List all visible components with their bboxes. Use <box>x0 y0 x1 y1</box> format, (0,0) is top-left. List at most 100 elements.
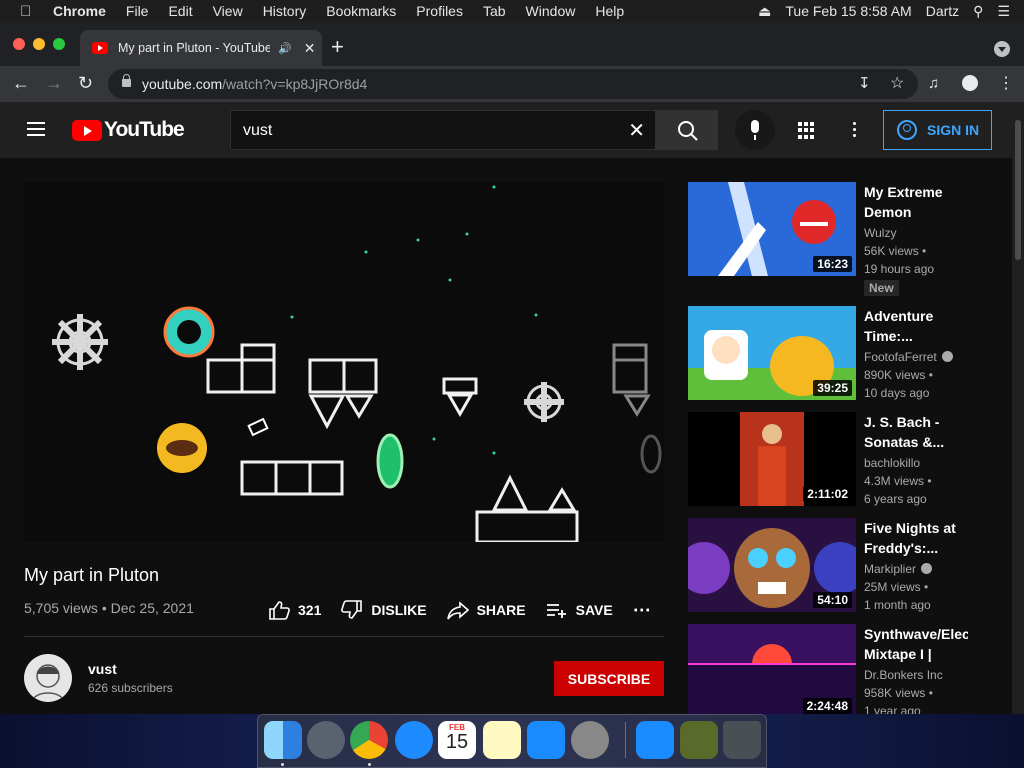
search-button[interactable] <box>656 110 718 150</box>
bookmark-star-icon[interactable]: ☆ <box>890 73 904 93</box>
window-zoom-button[interactable] <box>53 38 65 50</box>
spotlight-search-icon[interactable]: ⚲ <box>973 3 983 20</box>
browser-toolbar: ← → ↻ youtube.com/watch?v=kp8JjROr8d4 ↧ … <box>0 66 1024 102</box>
menu-app-name[interactable]: Chrome <box>53 3 106 19</box>
menu-help[interactable]: Help <box>595 3 624 19</box>
video-frame <box>52 185 662 542</box>
browser-tab-strip: My part in Pluton - YouTube 🔊 ✕ + <box>0 22 1024 66</box>
like-button[interactable]: 321 <box>268 600 321 620</box>
forward-arrow-icon[interactable]: → <box>45 73 63 94</box>
control-center-icon[interactable]: ☰ <box>997 3 1010 20</box>
video-duration: 39:25 <box>813 380 852 396</box>
youtube-header: YouTube vust ✕ SIGN IN <box>0 102 1012 158</box>
finder-icon[interactable] <box>264 721 302 759</box>
youtube-logo-text[interactable]: YouTube <box>104 118 185 142</box>
menu-history[interactable]: History <box>263 3 307 19</box>
related-channel-with-verified[interactable]: FootofaFerret <box>864 350 953 364</box>
menu-edit[interactable]: Edit <box>168 3 192 19</box>
app-store-download-icon[interactable] <box>636 721 674 759</box>
address-bar[interactable]: youtube.com/watch?v=kp8JjROr8d4 ↧ ☆ <box>108 69 918 99</box>
tab-search-button[interactable] <box>994 41 1010 57</box>
related-thumbnail[interactable]: 16:23 <box>688 182 856 276</box>
related-title[interactable]: J. S. Bach - Sonatas &... <box>864 412 968 452</box>
apple-menu-icon[interactable]:  <box>20 3 40 20</box>
apps-grid-icon[interactable] <box>798 122 815 139</box>
new-tab-button[interactable]: + <box>331 36 344 58</box>
tab-close-icon[interactable]: ✕ <box>304 40 316 57</box>
related-title[interactable]: Five Nights at Freddy's:... <box>864 518 968 558</box>
related-channel[interactable]: Markiplier <box>864 562 916 576</box>
eject-icon[interactable]: ⏏ <box>758 3 771 20</box>
speaker-icon[interactable]: 🔊 <box>278 42 292 55</box>
related-channel-with-verified[interactable]: Markiplier <box>864 562 933 576</box>
related-thumbnail[interactable]: 54:10 <box>688 518 856 612</box>
reload-icon[interactable]: ↻ <box>78 73 93 94</box>
menu-window[interactable]: Window <box>526 3 576 19</box>
related-title[interactable]: Adventure Time:... <box>864 306 968 346</box>
media-controls-icon[interactable]: ♫ <box>928 75 939 92</box>
subscribe-button[interactable]: SUBSCRIBE <box>554 661 664 696</box>
youtube-logo-icon[interactable] <box>72 120 102 141</box>
trash-icon[interactable] <box>723 721 761 759</box>
launchpad-rocket-icon[interactable] <box>307 721 345 759</box>
recent-image-thumbnail-icon[interactable] <box>680 721 718 759</box>
menu-bookmarks[interactable]: Bookmarks <box>326 3 396 19</box>
scrollbar-thumb[interactable] <box>1015 120 1021 260</box>
related-thumbnail[interactable]: 2:11:02 <box>688 412 856 506</box>
related-video-item[interactable]: 16:23 My Extreme Demon Layou... Wulzy 56… <box>688 182 998 296</box>
install-app-icon[interactable]: ↧ <box>858 74 871 92</box>
related-video-item[interactable]: 2:24:48 Synthwave/Elec Mixtape I | For..… <box>688 624 998 718</box>
window-close-button[interactable] <box>13 38 25 50</box>
calendar-icon[interactable]: FEB 15 <box>438 721 476 759</box>
menubar-user[interactable]: Dartz <box>926 3 959 19</box>
related-channel[interactable]: FootofaFerret <box>864 350 937 364</box>
menu-view[interactable]: View <box>213 3 243 19</box>
channel-avatar[interactable] <box>24 654 72 702</box>
menu-profiles[interactable]: Profiles <box>416 3 463 19</box>
related-title[interactable]: My Extreme Demon Layou... <box>864 182 968 222</box>
settings-more-icon[interactable] <box>853 122 857 140</box>
app-store-icon[interactable] <box>527 721 565 759</box>
notes-icon[interactable] <box>483 721 521 759</box>
thumbs-up-icon <box>269 601 290 620</box>
safari-compass-icon[interactable] <box>395 721 433 759</box>
related-video-item[interactable]: 39:25 Adventure Time:... FootofaFerret 8… <box>688 306 998 400</box>
profile-avatar-icon[interactable] <box>962 75 978 91</box>
clear-search-icon[interactable]: ✕ <box>628 118 645 143</box>
related-channel[interactable]: Dr.Bonkers Inc <box>864 668 943 682</box>
menu-hamburger-icon[interactable] <box>27 122 45 136</box>
save-button[interactable]: SAVE <box>546 600 613 620</box>
related-channel[interactable]: bachlokillo <box>864 456 920 470</box>
related-thumbnail[interactable]: 39:25 <box>688 306 856 400</box>
playlist-add-icon <box>546 604 566 618</box>
share-button[interactable]: SHARE <box>446 600 526 620</box>
chrome-menu-icon[interactable]: ⋮ <box>998 73 1014 93</box>
system-preferences-gear-icon[interactable] <box>571 721 609 759</box>
menu-tab[interactable]: Tab <box>483 3 506 19</box>
browser-tab[interactable]: My part in Pluton - YouTube 🔊 ✕ <box>80 30 322 66</box>
lock-icon[interactable] <box>122 74 131 87</box>
video-meta: 5,705 views • Dec 25, 2021 <box>24 600 194 616</box>
related-video-item[interactable]: 2:11:02 J. S. Bach - Sonatas &... bachlo… <box>688 412 998 506</box>
more-actions-icon[interactable]: ⋯ <box>633 600 651 621</box>
back-arrow-icon[interactable]: ← <box>12 73 30 94</box>
chrome-icon[interactable] <box>350 721 388 759</box>
video-duration: 54:10 <box>813 592 852 608</box>
page-scrollbar[interactable] <box>1012 102 1024 714</box>
sign-in-button[interactable]: SIGN IN <box>883 110 992 150</box>
voice-search-mic-icon[interactable] <box>735 110 775 150</box>
menu-file[interactable]: File <box>126 3 149 19</box>
search-input[interactable]: vust ✕ <box>230 110 656 150</box>
related-views: 25M views • <box>864 580 929 594</box>
related-video-item[interactable]: 54:10 Five Nights at Freddy's:... Markip… <box>688 518 998 612</box>
menubar-datetime[interactable]: Tue Feb 15 8:58 AM <box>785 3 911 19</box>
channel-name[interactable]: vust <box>88 661 117 677</box>
thumbs-down-icon <box>341 600 363 619</box>
related-channel[interactable]: Wulzy <box>864 226 896 240</box>
dislike-button[interactable]: DISLIKE <box>341 600 427 620</box>
related-thumbnail[interactable]: 2:24:48 <box>688 624 856 718</box>
related-title[interactable]: Synthwave/Elec Mixtape I | For... <box>864 624 968 664</box>
video-player[interactable] <box>24 182 664 542</box>
related-age: 10 days ago <box>864 386 930 400</box>
window-minimize-button[interactable] <box>33 38 45 50</box>
